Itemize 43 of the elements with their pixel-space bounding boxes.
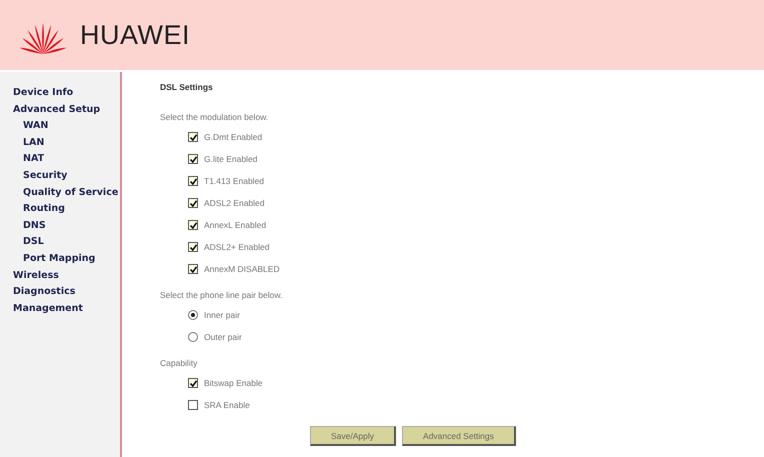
nav-link[interactable]: Routing bbox=[0, 201, 120, 218]
checkbox[interactable] bbox=[188, 264, 198, 274]
checkbox[interactable] bbox=[188, 378, 198, 388]
save-button[interactable]: Save/Apply bbox=[310, 426, 396, 446]
option-label: T1.413 Enabled bbox=[204, 176, 264, 186]
nav-link[interactable]: Diagnostics bbox=[0, 284, 120, 301]
nav-link[interactable]: DNS bbox=[0, 218, 120, 234]
option-label: G.Dmt Enabled bbox=[204, 132, 262, 142]
nav-link[interactable]: Quality of Service bbox=[0, 184, 120, 202]
nav-link[interactable]: WAN bbox=[0, 118, 120, 135]
section-label: Capability bbox=[160, 357, 198, 370]
option-label: Bitswap Enable bbox=[204, 378, 263, 388]
option-label: Outer pair bbox=[204, 332, 242, 342]
option-label: AnnexL Enabled bbox=[204, 220, 266, 230]
checkbox[interactable] bbox=[188, 220, 198, 230]
checkbox[interactable] bbox=[188, 242, 198, 252]
checkbox[interactable] bbox=[188, 400, 198, 410]
option-label: AnnexM DISABLED bbox=[204, 264, 280, 274]
checkbox[interactable] bbox=[188, 154, 198, 164]
checkbox[interactable] bbox=[188, 132, 198, 142]
settings-button[interactable]: Advanced Settings bbox=[402, 426, 516, 446]
nav-link[interactable]: Management bbox=[0, 300, 120, 318]
section-label: Select the modulation below. bbox=[160, 111, 270, 124]
nav-link[interactable]: Wireless bbox=[0, 268, 120, 284]
checkbox[interactable] bbox=[188, 198, 198, 208]
nav-link[interactable]: NAT bbox=[0, 151, 120, 168]
section-label: Select the phone line pair below. bbox=[160, 289, 284, 302]
option-label: ADSL2 Enabled bbox=[204, 198, 264, 208]
nav-link[interactable]: LAN bbox=[0, 134, 120, 152]
option-label: Inner pair bbox=[204, 310, 240, 320]
radio-button[interactable] bbox=[188, 332, 198, 342]
nav-link[interactable]: DSL bbox=[0, 234, 120, 251]
page-title: DSL Settings bbox=[160, 82, 214, 94]
brand-name: HUAWEI bbox=[80, 20, 190, 50]
nav-link[interactable]: Security bbox=[0, 168, 120, 185]
option-label: ADSL2+ Enabled bbox=[204, 242, 270, 252]
option-label: G.lite Enabled bbox=[204, 154, 258, 164]
checkbox[interactable] bbox=[188, 176, 198, 186]
option-label: SRA Enable bbox=[204, 400, 250, 410]
nav-link[interactable]: Device Info bbox=[0, 85, 120, 102]
nav-link[interactable]: Port Mapping bbox=[0, 250, 120, 268]
radio-button[interactable] bbox=[188, 310, 198, 320]
nav-link[interactable]: Advanced Setup bbox=[0, 102, 120, 118]
